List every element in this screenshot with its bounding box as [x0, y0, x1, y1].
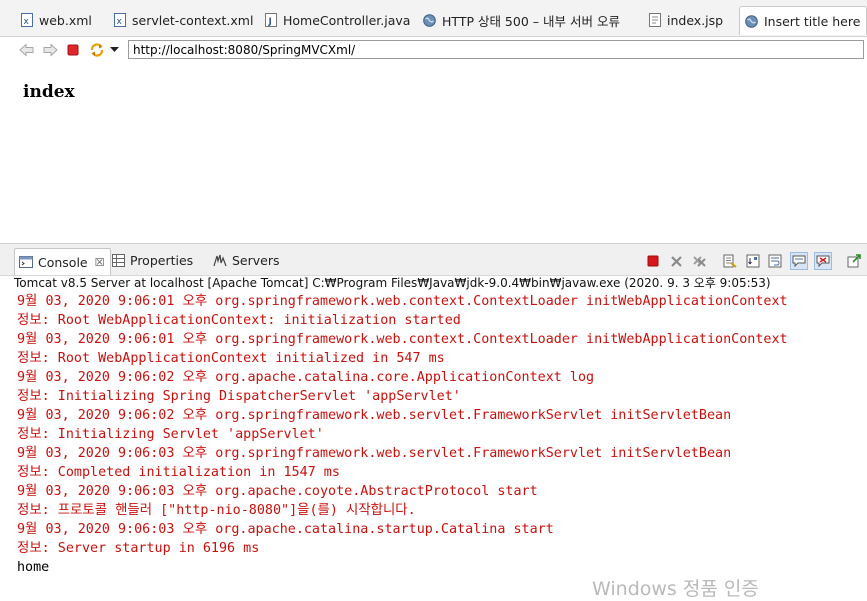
- browser-toolbar: http://localhost:8080/SpringMVCXml/: [0, 36, 867, 65]
- console-line-stderr: 9월 03, 2020 9:06:02 오후 org.apache.catali…: [17, 370, 595, 385]
- tab-http-500[interactable]: HTTP 상태 500 – 내부 서버 오류: [423, 9, 620, 31]
- console-line-stderr: 정보: Server startup in 6196 ms: [17, 541, 260, 556]
- console-line-stderr: 정보: Initializing Spring DispatcherServle…: [17, 389, 461, 404]
- console-line-stderr: 정보: Initializing Servlet 'appServlet': [17, 427, 324, 442]
- tab-label: Properties: [130, 252, 194, 268]
- tab-label: index.jsp: [667, 12, 724, 28]
- console-line-stderr: 정보: Completed initialization in 1547 ms: [17, 465, 340, 480]
- scroll-lock-icon[interactable]: [745, 253, 761, 269]
- java-file-icon: J: [264, 13, 277, 28]
- word-wrap-icon[interactable]: [767, 253, 783, 269]
- windows-activation-watermark: Windows 정품 인증: [592, 578, 759, 600]
- xml-file-icon: x: [20, 13, 33, 28]
- tab-label: HTTP 상태 500 – 내부 서버 오류: [442, 13, 620, 29]
- tab-label: Servers: [232, 252, 280, 268]
- console-line-stderr: 9월 03, 2020 9:06:03 오후 org.apache.catali…: [17, 522, 554, 537]
- xml-file-icon: x: [113, 13, 126, 28]
- svg-text:x: x: [116, 17, 122, 27]
- remove-all-terminated-icon[interactable]: [691, 253, 707, 269]
- servers-icon: [213, 253, 227, 267]
- console-line-stderr: 9월 03, 2020 9:06:01 오후 org.springframewo…: [17, 332, 788, 347]
- back-arrow-icon[interactable]: [18, 41, 36, 59]
- tab-insert-title-here[interactable]: Insert title here: [739, 6, 867, 35]
- show-on-stdout-icon[interactable]: [790, 252, 808, 270]
- open-console-icon[interactable]: [846, 253, 862, 269]
- tab-label: HomeController.java: [283, 12, 411, 28]
- tab-index-jsp[interactable]: index.jsp: [648, 9, 723, 31]
- close-icon[interactable]: ☒: [95, 256, 105, 269]
- page-heading: index: [23, 82, 75, 102]
- properties-icon: [111, 253, 125, 267]
- jsp-file-icon: [648, 13, 661, 28]
- stop-icon[interactable]: [64, 41, 82, 59]
- tab-label: servlet-context.xml: [132, 12, 254, 28]
- tab-servlet-context-xml[interactable]: x servlet-context.xml: [113, 9, 253, 31]
- console-line-stderr: 정보: 프로토콜 핸들러 ["http-nio-8080"]을(를) 시작합니다…: [17, 503, 416, 518]
- console-line-stderr: 정보: Root WebApplicationContext: initiali…: [17, 313, 461, 328]
- clear-console-icon[interactable]: [722, 253, 738, 269]
- console-output[interactable]: 9월 03, 2020 9:06:01 오후 org.springframewo…: [17, 292, 867, 577]
- tab-web-xml[interactable]: x web.xml: [20, 9, 92, 31]
- console-icon: [19, 255, 33, 269]
- tab-properties[interactable]: Properties: [111, 250, 193, 270]
- console-line-stderr: 9월 03, 2020 9:06:03 오후 org.apache.coyote…: [17, 484, 538, 499]
- terminate-icon[interactable]: [645, 253, 661, 269]
- console-line-stderr: 9월 03, 2020 9:06:02 오후 org.springframewo…: [17, 408, 732, 423]
- svg-text:J: J: [267, 17, 271, 27]
- console-view-header: Console ☒ Properties Servers: [0, 243, 867, 276]
- chevron-down-icon[interactable]: [108, 41, 120, 59]
- tab-label: Console: [38, 254, 88, 270]
- console-line-stderr: 정보: Root WebApplicationContext initializ…: [17, 351, 445, 366]
- tab-label: web.xml: [39, 12, 92, 28]
- tab-home-controller-java[interactable]: J HomeController.java: [264, 9, 410, 31]
- tab-servers[interactable]: Servers: [213, 250, 280, 270]
- globe-icon: [745, 14, 758, 29]
- remove-launch-icon[interactable]: [668, 253, 684, 269]
- console-process-label: Tomcat v8.5 Server at localhost [Apache …: [14, 276, 771, 290]
- svg-text:x: x: [23, 17, 29, 27]
- editor-tab-bar: x web.xml x servlet-context.xml J HomeCo…: [0, 0, 867, 36]
- forward-arrow-icon[interactable]: [41, 41, 59, 59]
- show-on-stderr-icon[interactable]: [814, 252, 832, 270]
- globe-icon: [423, 13, 436, 28]
- tab-label: Insert title here: [764, 13, 861, 29]
- url-field[interactable]: http://localhost:8080/SpringMVCXml/: [128, 40, 864, 59]
- refresh-icon[interactable]: [88, 41, 106, 59]
- console-line-stderr: 9월 03, 2020 9:06:01 오후 org.springframewo…: [17, 294, 788, 309]
- browser-page-content: index: [0, 64, 867, 242]
- console-line-stderr: 9월 03, 2020 9:06:03 오후 org.springframewo…: [17, 446, 732, 461]
- tab-console[interactable]: Console ☒: [14, 248, 111, 275]
